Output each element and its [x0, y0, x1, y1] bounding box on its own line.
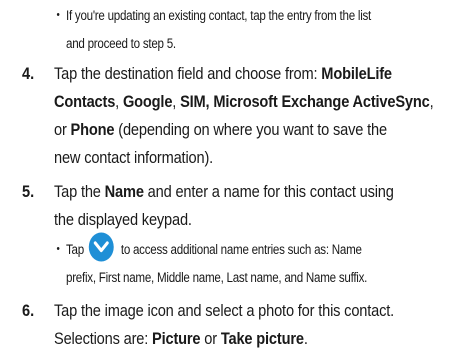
step5-line1: Tap the Name and enter a name for this c…: [54, 182, 394, 201]
bullet-dot: •: [56, 243, 60, 255]
chevron-down-circle-icon: [89, 232, 115, 262]
sub-bullet-name-entries-line2: prefix, First name, Middle name, Last na…: [66, 270, 368, 285]
step-number-6: 6.: [22, 301, 35, 320]
sub-bullet-existing-contact: • If you're updating an existing contact…: [57, 3, 372, 28]
step4-line1: Tap the destination field and choose fro…: [54, 64, 392, 83]
sub-bullet-name-entries: • Tap to access additional name entries …: [57, 232, 362, 262]
step4-line3: or Phone (depending on where you want to…: [54, 120, 387, 139]
sub-bullet-text-line2: and proceed to step 5.: [66, 36, 176, 51]
step6-line1: Tap the image icon and select a photo fo…: [54, 301, 395, 320]
step4-line4: new contact information).: [54, 148, 214, 167]
step-number-4: 4.: [22, 64, 35, 83]
step4-line2: Contacts, Google, SIM, Microsoft Exchang…: [54, 92, 434, 111]
step5-line2: the displayed keypad.: [54, 210, 192, 229]
step-number-5: 5.: [22, 182, 35, 201]
step6-line2: Selections are: Picture or Take picture.: [54, 329, 308, 348]
bullet-dot: •: [56, 9, 60, 21]
manual-page: • If you're updating an existing contact…: [0, 0, 475, 357]
sub-bullet-text: If you're updating an existing contact, …: [66, 8, 372, 23]
